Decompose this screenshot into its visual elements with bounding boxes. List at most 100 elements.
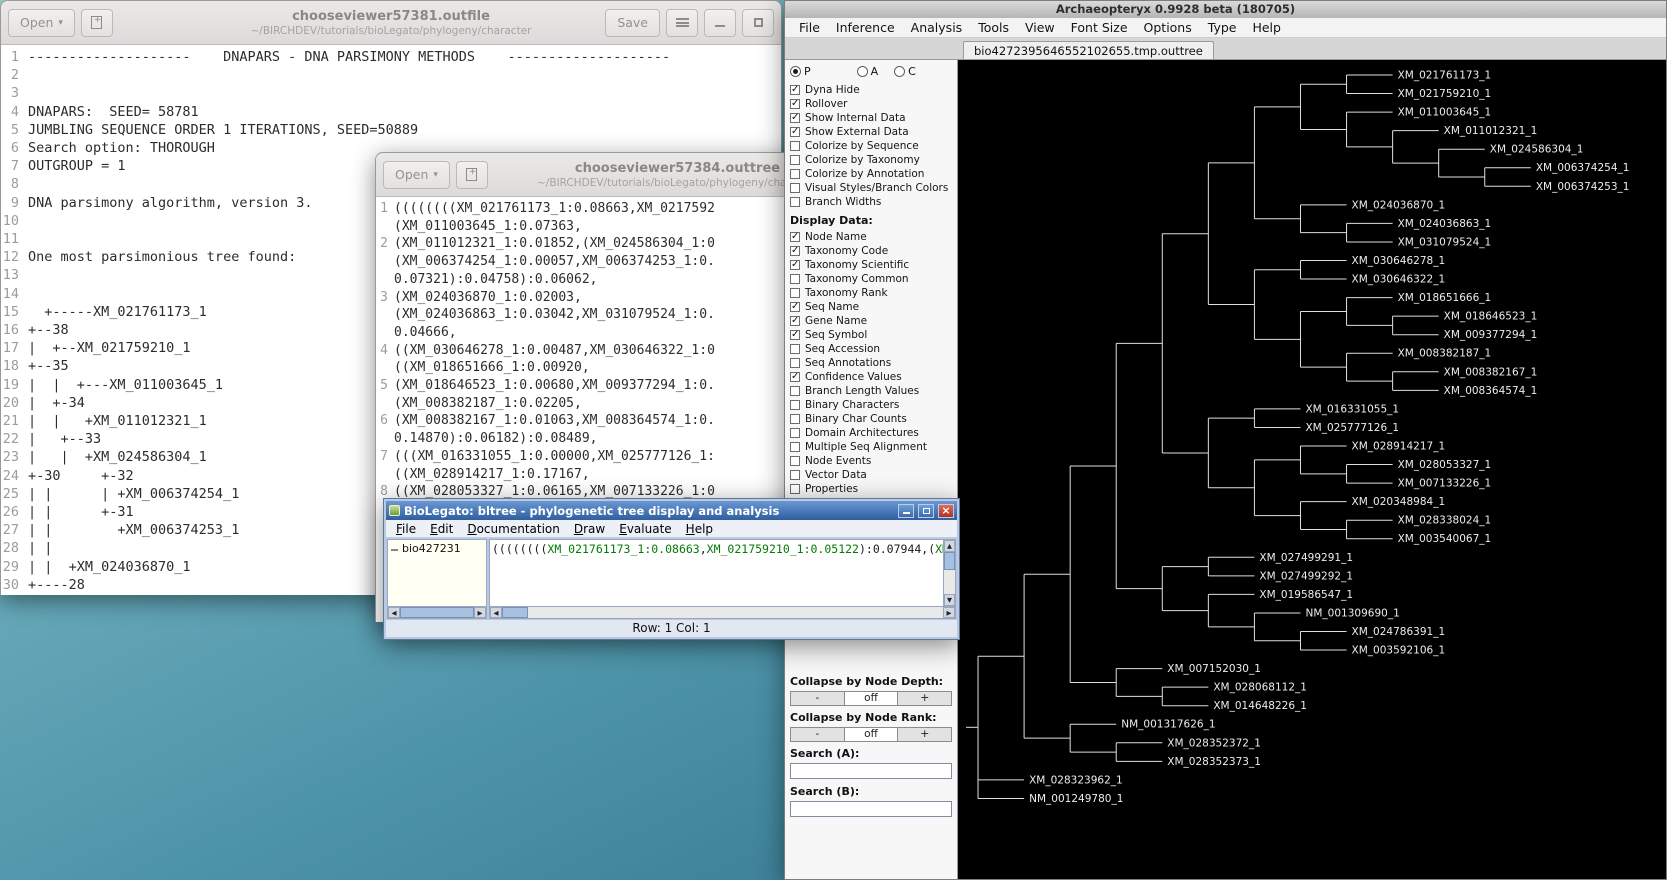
collapse-rank-decrease-button[interactable]: - xyxy=(790,727,845,742)
tree-leaf-label[interactable]: XM_028914217_1 xyxy=(1352,441,1446,453)
text-vertical-scrollbar[interactable]: ▲ ▼ xyxy=(943,539,956,606)
menu-file[interactable]: File xyxy=(791,20,828,35)
checkbox-show-internal-data[interactable]: ✓Show Internal Data xyxy=(790,111,952,125)
checkbox-node-name[interactable]: ✓Node Name xyxy=(790,230,952,244)
checkbox-rollover[interactable]: ✓Rollover xyxy=(790,97,952,111)
minimize-button[interactable] xyxy=(704,9,736,37)
checkbox-seq-name[interactable]: ✓Seq Name xyxy=(790,300,952,314)
radio-a[interactable]: A xyxy=(857,65,879,78)
scroll-left-icon[interactable]: ◀ xyxy=(490,607,502,618)
collapse-rank-increase-button[interactable]: + xyxy=(897,727,952,742)
biolegato-maximize-button[interactable] xyxy=(918,504,934,518)
checkbox-branch-widths[interactable]: Branch Widths xyxy=(790,195,952,209)
new-document-button[interactable] xyxy=(81,9,113,37)
scroll-right-icon[interactable]: ▶ xyxy=(474,607,486,618)
tree-leaf-label[interactable]: XM_024036863_1 xyxy=(1398,218,1492,230)
tree-leaf-label[interactable]: XM_014648226_1 xyxy=(1213,700,1307,712)
checkbox-taxonomy-common[interactable]: Taxonomy Common xyxy=(790,272,952,286)
tree-leaf-label[interactable]: XM_024586304_1 xyxy=(1490,144,1584,156)
list-item[interactable]: bio427231 xyxy=(391,542,483,555)
checkbox-confidence-values[interactable]: ✓Confidence Values xyxy=(790,370,952,384)
radio-p[interactable]: P xyxy=(790,65,811,78)
tree-leaf-label[interactable]: XM_028053327_1 xyxy=(1398,459,1492,471)
tree-leaf-label[interactable]: XM_007133226_1 xyxy=(1398,478,1492,490)
tree-leaf-label[interactable]: XM_008382167_1 xyxy=(1444,366,1538,378)
tree-leaf-label[interactable]: XM_006374254_1 xyxy=(1536,162,1630,174)
tree-leaf-label[interactable]: XM_031079524_1 xyxy=(1398,236,1492,248)
tree-leaf-label[interactable]: XM_024786391_1 xyxy=(1352,626,1446,638)
tree-leaf-label[interactable]: NM_001317626_1 xyxy=(1121,719,1215,731)
scroll-right-icon[interactable]: ▶ xyxy=(943,607,955,618)
tree-leaf-label[interactable]: NM_001309690_1 xyxy=(1305,607,1399,619)
menu-edit[interactable]: Edit xyxy=(423,522,460,536)
tree-leaf-label[interactable]: XM_028323962_1 xyxy=(1029,774,1123,786)
collapse-depth-increase-button[interactable]: + xyxy=(897,691,952,706)
menu-type[interactable]: Type xyxy=(1200,20,1245,35)
checkbox-domain-architectures[interactable]: Domain Architectures xyxy=(790,426,952,440)
tree-canvas[interactable]: XM_021761173_1XM_021759210_1XM_011003645… xyxy=(958,60,1666,879)
menu-options[interactable]: Options xyxy=(1136,20,1200,35)
menu-view[interactable]: View xyxy=(1017,20,1063,35)
tree-leaf-label[interactable]: XM_003540067_1 xyxy=(1398,533,1492,545)
tree-leaf-label[interactable]: XM_003592106_1 xyxy=(1352,645,1446,657)
tree-leaf-label[interactable]: XM_011012321_1 xyxy=(1444,125,1538,137)
scroll-left-icon[interactable]: ◀ xyxy=(388,607,400,618)
archaeopteryx-titlebar[interactable]: Archaeopteryx 0.9928 beta (180705) xyxy=(785,1,1666,18)
checkbox-node-events[interactable]: Node Events xyxy=(790,454,952,468)
menu-help[interactable]: Help xyxy=(1244,20,1289,35)
checkbox-branch-length-values[interactable]: Branch Length Values xyxy=(790,384,952,398)
tree-leaf-label[interactable]: XM_009377294_1 xyxy=(1444,329,1538,341)
tree-leaf-label[interactable]: XM_020348984_1 xyxy=(1352,496,1446,508)
save-button[interactable]: Save xyxy=(605,9,660,37)
open-button[interactable]: Open ▾ xyxy=(383,161,450,189)
tree-leaf-label[interactable]: XM_028338024_1 xyxy=(1398,515,1492,527)
checkbox-visual-styles-branch-colors[interactable]: Visual Styles/Branch Colors xyxy=(790,181,952,195)
menu-inference[interactable]: Inference xyxy=(828,20,903,35)
checkbox-taxonomy-code[interactable]: ✓Taxonomy Code xyxy=(790,244,952,258)
checkbox-show-external-data[interactable]: ✓Show External Data xyxy=(790,125,952,139)
tree-leaf-label[interactable]: XM_021761173_1 xyxy=(1398,70,1492,82)
menu-help[interactable]: Help xyxy=(679,522,720,536)
checkbox-taxonomy-scientific[interactable]: ✓Taxonomy Scientific xyxy=(790,258,952,272)
radio-c[interactable]: C xyxy=(894,65,916,78)
search-b-input[interactable] xyxy=(790,801,952,817)
open-button[interactable]: Open ▾ xyxy=(8,9,75,37)
tree-leaf-label[interactable]: XM_016331055_1 xyxy=(1305,403,1399,415)
tree-leaf-label[interactable]: XM_019586547_1 xyxy=(1259,589,1353,601)
menu-font-size[interactable]: Font Size xyxy=(1063,20,1136,35)
menu-documentation[interactable]: Documentation xyxy=(460,522,567,536)
tree-leaf-label[interactable]: XM_027499291_1 xyxy=(1259,552,1353,564)
maximize-button[interactable] xyxy=(742,9,774,37)
checkbox-colorize-by-annotation[interactable]: Colorize by Annotation xyxy=(790,167,952,181)
checkbox-dyna-hide[interactable]: ✓Dyna Hide xyxy=(790,83,952,97)
tree-leaf-label[interactable]: XM_030646322_1 xyxy=(1352,274,1446,286)
newick-text-area[interactable]: ((((((((XM_021761173_1:0.08663,XM_021759… xyxy=(489,539,943,606)
tree-leaf-label[interactable]: NM_001249780_1 xyxy=(1029,793,1123,805)
tree-leaf-label[interactable]: XM_025777126_1 xyxy=(1305,422,1399,434)
menu-evaluate[interactable]: Evaluate xyxy=(612,522,678,536)
tree-leaf-label[interactable]: XM_008364574_1 xyxy=(1444,385,1538,397)
search-a-input[interactable] xyxy=(790,763,952,779)
checkbox-multiple-seq-alignment[interactable]: Multiple Seq Alignment xyxy=(790,440,952,454)
checkbox-seq-annotations[interactable]: Seq Annotations xyxy=(790,356,952,370)
tree-leaf-label[interactable]: XM_028068112_1 xyxy=(1213,682,1307,694)
scroll-down-icon[interactable]: ▼ xyxy=(944,594,955,606)
tree-leaf-label[interactable]: XM_018646523_1 xyxy=(1444,311,1538,323)
checkbox-binary-char-counts[interactable]: Binary Char Counts xyxy=(790,412,952,426)
checkbox-taxonomy-rank[interactable]: Taxonomy Rank xyxy=(790,286,952,300)
tree-leaf-label[interactable]: XM_028352372_1 xyxy=(1167,737,1261,749)
checkbox-properties[interactable]: Properties xyxy=(790,482,952,496)
tree-leaf-label[interactable]: XM_011003645_1 xyxy=(1398,107,1492,119)
tree-leaf-label[interactable]: XM_024036870_1 xyxy=(1352,199,1446,211)
scrollbar-thumb[interactable] xyxy=(944,552,955,570)
scrollbar-track[interactable] xyxy=(528,607,943,618)
checkbox-gene-name[interactable]: ✓Gene Name xyxy=(790,314,952,328)
checkbox-vector-data[interactable]: Vector Data xyxy=(790,468,952,482)
biolegato-close-button[interactable]: × xyxy=(938,504,954,518)
list-horizontal-scrollbar[interactable]: ◀ ▶ xyxy=(387,606,487,619)
biolegato-titlebar[interactable]: BioLegato: bltree - phylogenetic tree di… xyxy=(386,501,957,520)
new-document-button[interactable] xyxy=(456,161,488,189)
tree-leaf-label[interactable]: XM_006374253_1 xyxy=(1536,181,1630,193)
tree-leaf-label[interactable]: XM_008382187_1 xyxy=(1398,348,1492,360)
tree-leaf-label[interactable]: XM_030646278_1 xyxy=(1352,255,1446,267)
